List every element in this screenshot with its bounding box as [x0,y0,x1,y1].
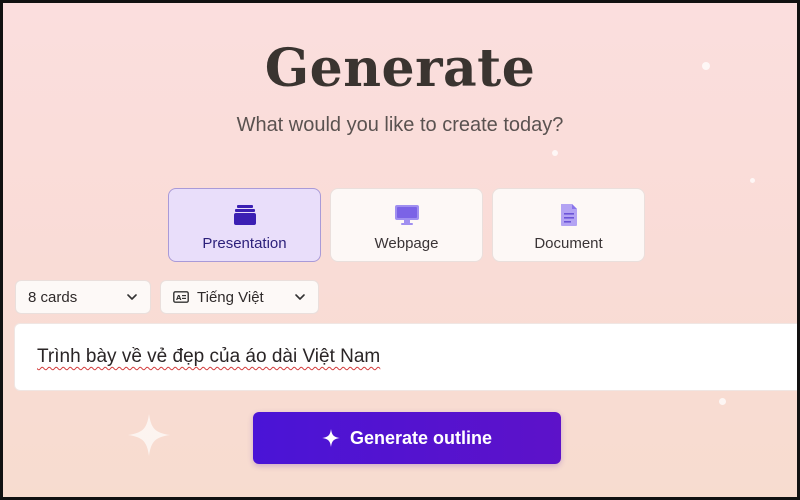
generate-outline-label: Generate outline [349,427,493,448]
chevron-down-icon [295,294,305,300]
monitor-icon [394,203,420,227]
type-card-label: Document [534,235,603,252]
background-sparkle [750,178,755,183]
type-card-webpage[interactable]: Webpage [330,188,483,262]
sparkle-icon [321,429,340,447]
page-title: Generate [264,38,536,99]
prompt-input[interactable]: Trình bày về vẻ đẹp của áo dài Việt Nam [14,323,800,391]
background-sparkle [552,150,558,156]
svg-text:A: A [176,294,182,302]
sparkle-icon [128,414,170,456]
type-card-label: Presentation [202,235,287,252]
chevron-down-icon [127,294,137,300]
type-card-document[interactable]: Document [492,188,645,262]
background-sparkle [719,398,726,405]
presentation-icon [232,203,258,227]
language-dropdown[interactable]: A Tiếng Việt [160,280,319,314]
type-card-label: Webpage [374,235,439,252]
language-value: Tiếng Việt [197,288,264,306]
page-subtitle: What would you like to create today? [236,114,564,136]
generate-outline-button[interactable]: Generate outline [253,412,561,464]
type-card-presentation[interactable]: Presentation [168,188,321,262]
card-count-dropdown[interactable]: 8 cards [15,280,151,314]
card-count-value: 8 cards [28,288,78,306]
prompt-input-value: Trình bày về vẻ đẹp của áo dài Việt Nam [37,346,381,367]
language-icon: A [173,291,189,303]
document-icon [556,203,582,227]
